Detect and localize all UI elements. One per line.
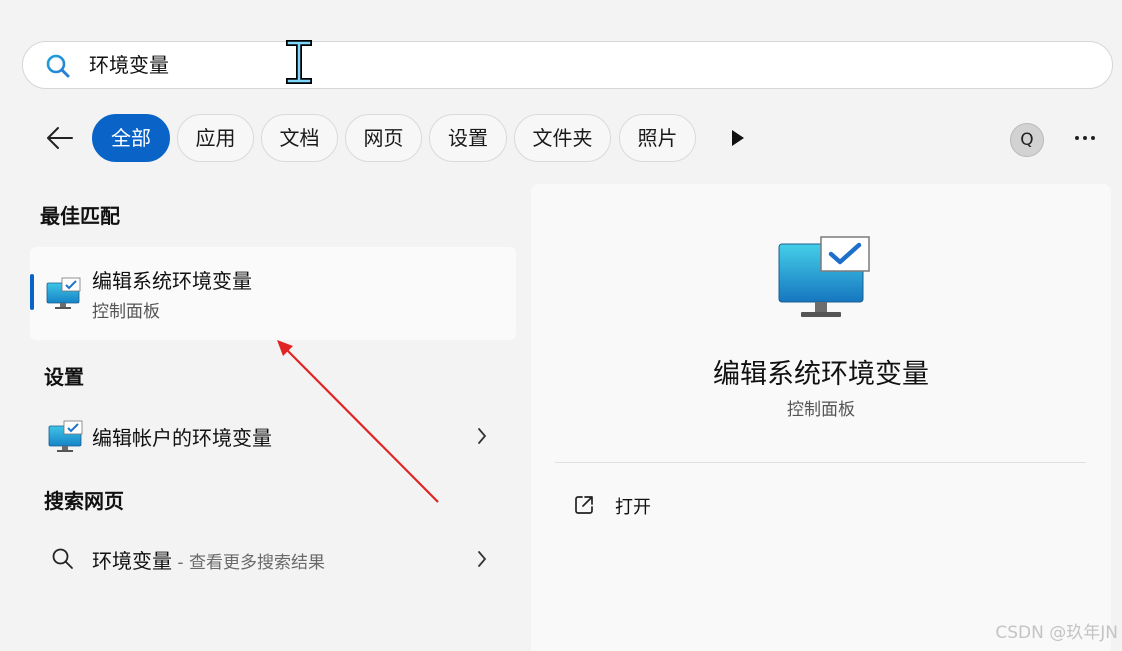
search-icon — [46, 54, 70, 78]
best-match-title: 编辑系统环境变量 — [92, 269, 252, 293]
best-match-result[interactable]: 编辑系统环境变量 控制面板 — [30, 247, 516, 340]
filter-all[interactable]: 全部 — [92, 114, 170, 162]
search-input[interactable]: 环境变量 — [89, 53, 169, 77]
details-pane: 编辑系统环境变量 控制面板 打开 — [531, 184, 1111, 651]
web-search-result[interactable]: 环境变量 - 查看更多搜索结果 — [92, 545, 325, 574]
open-action[interactable]: 打开 — [615, 493, 651, 519]
divider — [555, 462, 1086, 463]
control-panel-icon — [48, 420, 83, 452]
text-cursor-icon — [286, 40, 312, 84]
open-external-icon[interactable] — [573, 494, 595, 516]
best-match-subtitle: 控制面板 — [92, 302, 160, 322]
filter-documents[interactable]: 文档 — [261, 114, 338, 162]
section-best-match: 最佳匹配 — [40, 204, 120, 228]
filter-apps[interactable]: 应用 — [177, 114, 254, 162]
detail-title: 编辑系统环境变量 — [713, 359, 929, 390]
chevron-right-icon[interactable] — [475, 549, 489, 569]
control-panel-icon — [778, 236, 870, 317]
watermark: CSDN @玖年JN — [995, 623, 1118, 643]
detail-subtitle: 控制面板 — [787, 400, 855, 420]
avatar[interactable]: Q — [1010, 123, 1044, 157]
control-panel-icon — [46, 277, 81, 309]
filter-settings[interactable]: 设置 — [429, 114, 507, 162]
filter-photos[interactable]: 照片 — [619, 114, 696, 162]
section-settings: 设置 — [44, 365, 84, 389]
web-search-suffix: - 查看更多搜索结果 — [172, 553, 325, 573]
chevron-right-icon[interactable] — [475, 426, 489, 446]
more-options-icon[interactable] — [1071, 128, 1099, 148]
back-arrow-icon[interactable] — [44, 122, 76, 154]
settings-item-account-env[interactable]: 编辑帐户的环境变量 — [92, 422, 272, 451]
filter-folders[interactable]: 文件夹 — [514, 114, 611, 162]
search-box[interactable]: 环境变量 — [22, 41, 1113, 89]
more-filters-icon[interactable] — [727, 126, 747, 150]
selection-indicator — [30, 274, 34, 310]
section-web-search: 搜索网页 — [44, 489, 124, 513]
filter-web[interactable]: 网页 — [345, 114, 422, 162]
web-search-term: 环境变量 — [92, 549, 172, 573]
search-icon — [52, 548, 73, 569]
